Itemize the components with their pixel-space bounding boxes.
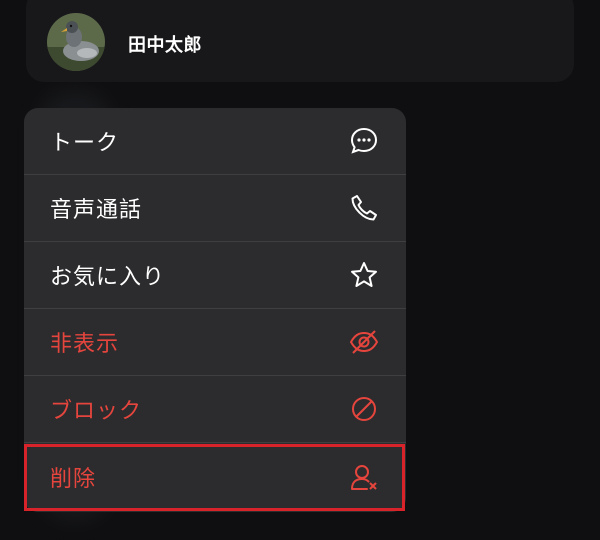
menu-item-label: ブロック [50,399,143,424]
menu-item-label: トーク [50,131,120,156]
menu-item-voice-call[interactable]: 音声通話 [24,175,406,242]
chat-bubble-icon [348,125,380,157]
menu-item-label: 非表示 [50,332,120,357]
menu-item-talk[interactable]: トーク [24,108,406,175]
block-icon [348,393,380,425]
context-menu: トーク 音声通話 お気に入り 非表示 ブロック 削除 [24,108,406,512]
menu-item-label: 音声通話 [50,198,143,223]
menu-item-label: 削除 [50,466,97,492]
menu-item-favorite[interactable]: お気に入り [24,242,406,309]
contact-card[interactable] [26,0,574,82]
contact-name: 田中太郎 [128,35,202,56]
menu-item-block[interactable]: ブロック [24,376,406,443]
contact-avatar[interactable] [47,13,105,71]
remove-user-icon [348,461,380,493]
menu-item-label: お気に入り [50,265,166,290]
menu-item-delete[interactable]: 削除 [24,443,406,510]
phone-icon [348,192,380,224]
menu-item-hide[interactable]: 非表示 [24,309,406,376]
eye-slash-icon [348,326,380,358]
star-icon [348,259,380,291]
duck-avatar-image [47,13,105,71]
